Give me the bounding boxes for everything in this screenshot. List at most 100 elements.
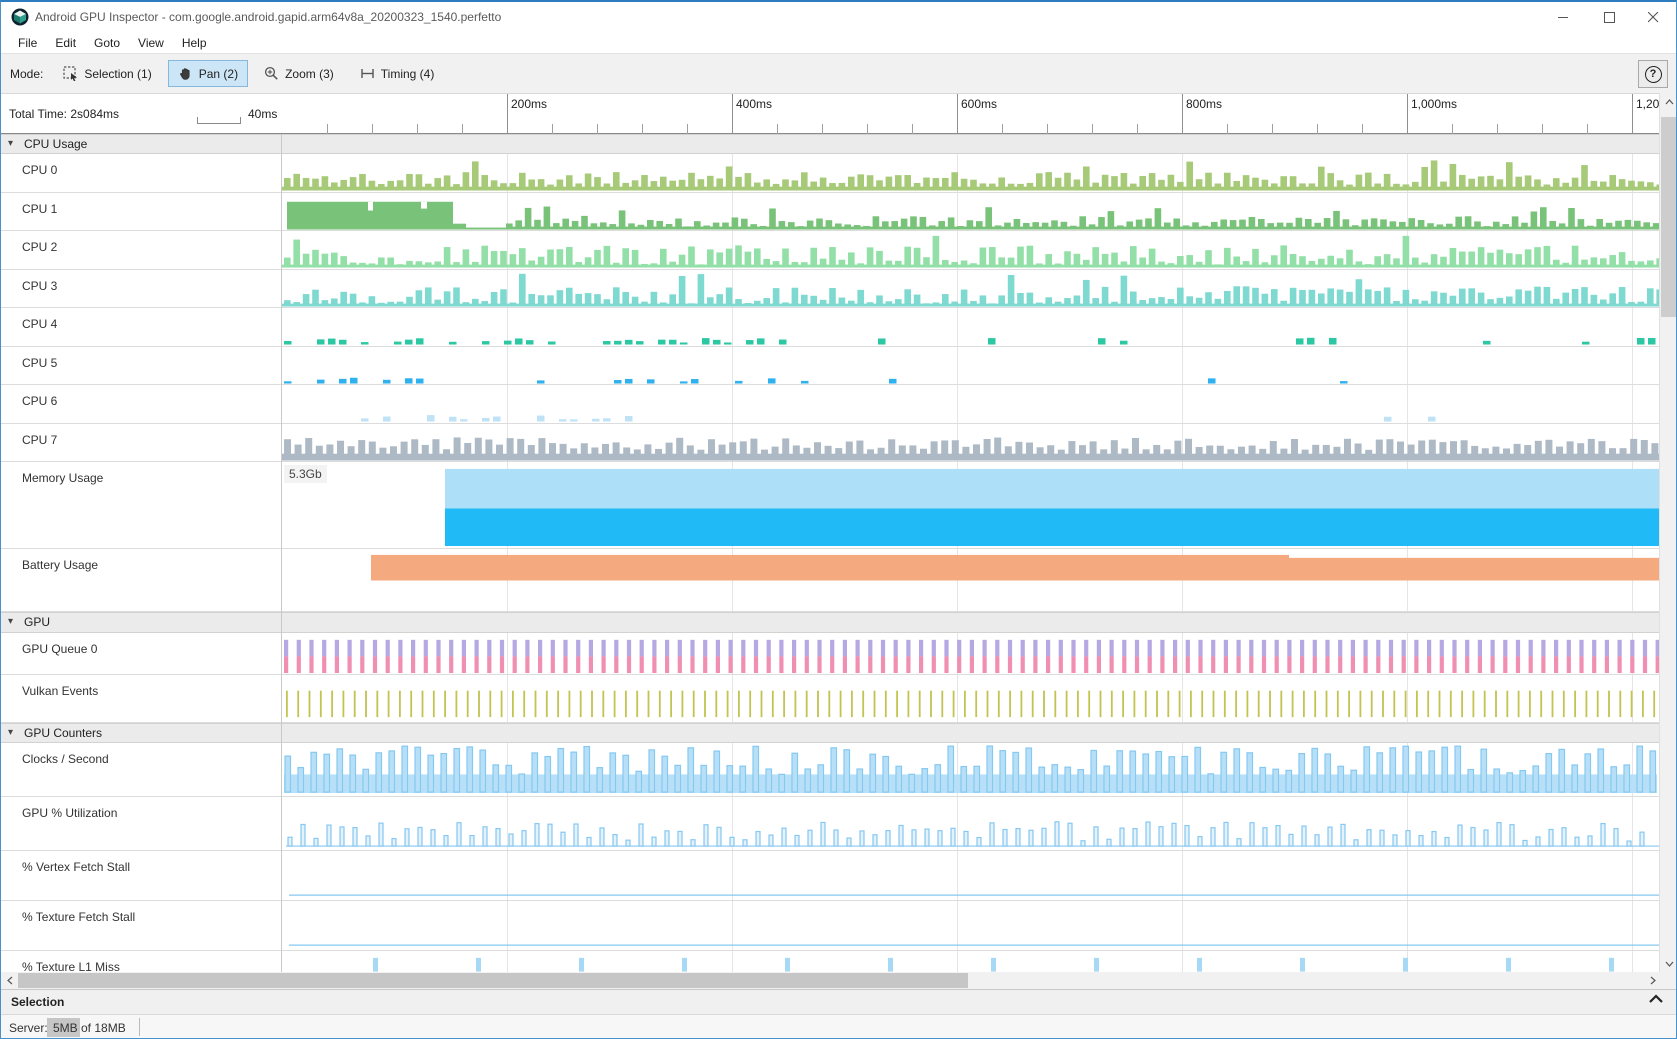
menu-item-edit[interactable]: Edit — [46, 33, 85, 53]
selection-panel-header[interactable]: Selection — [1, 989, 1677, 1015]
scroll-right-button[interactable] — [1644, 972, 1661, 989]
track-label[interactable]: CPU 6 — [22, 394, 57, 408]
ruler-minor-tick — [912, 124, 913, 134]
track-label[interactable]: CPU 2 — [22, 240, 57, 254]
ruler-minor-tick — [1587, 124, 1588, 134]
collapse-triangle-icon[interactable]: ▾ — [8, 727, 13, 738]
track-row-cpu-6[interactable]: CPU 6 — [1, 385, 1659, 424]
track-canvas[interactable] — [282, 675, 1659, 722]
vertical-scrollbar[interactable] — [1659, 93, 1677, 972]
section-label: GPU Counters — [24, 726, 102, 740]
horizontal-scrollbar-thumb[interactable] — [18, 973, 968, 988]
track-row-gpu-queue-0[interactable]: GPU Queue 0 — [1, 633, 1659, 675]
section-header-gpu-counters[interactable]: ▾ GPU Counters — [1, 723, 1659, 743]
pan-mode-button[interactable]: Pan (2) — [168, 60, 248, 87]
track-canvas[interactable] — [282, 901, 1659, 950]
track-row-cpu-0[interactable]: CPU 0 — [1, 154, 1659, 193]
track-canvas[interactable] — [282, 549, 1659, 611]
track-label[interactable]: CPU 5 — [22, 356, 57, 370]
ruler-timeline[interactable]: 200ms400ms600ms800ms1,000ms1,200ms — [282, 94, 1659, 134]
track-canvas[interactable] — [282, 462, 1659, 548]
title-bar: Android GPU Inspector - com.google.andro… — [1, 2, 1676, 32]
track-canvas[interactable] — [282, 951, 1659, 972]
section-header-gpu[interactable]: ▾GPU — [1, 612, 1659, 633]
agi-app-icon — [11, 8, 29, 26]
track-label[interactable]: Battery Usage — [22, 558, 98, 572]
ruler-minor-tick — [1092, 124, 1093, 134]
track-label[interactable]: CPU 1 — [22, 202, 57, 216]
chevron-up-icon — [1665, 99, 1674, 105]
section-header-cpu-usage[interactable]: ▾CPU Usage — [1, 134, 1659, 154]
server-label: Server: — [9, 1021, 48, 1035]
scroll-left-button[interactable] — [1, 972, 18, 989]
track-label[interactable]: CPU 4 — [22, 317, 57, 331]
track-label[interactable]: CPU 3 — [22, 279, 57, 293]
ruler-minor-tick — [1497, 124, 1498, 134]
track-row--texture-l1-miss[interactable]: % Texture L1 Miss — [1, 951, 1659, 972]
track-label[interactable]: Vulkan Events — [22, 684, 98, 698]
track-label[interactable]: % Vertex Fetch Stall — [22, 860, 130, 874]
track-row-cpu-7[interactable]: CPU 7 — [1, 424, 1659, 463]
ruler-minor-tick — [687, 124, 688, 134]
track-canvas[interactable] — [282, 347, 1659, 385]
track-row-cpu-1[interactable]: CPU 1 — [1, 193, 1659, 232]
track-canvas[interactable] — [282, 797, 1659, 850]
scroll-down-button[interactable] — [1660, 955, 1677, 972]
selection-mode-button[interactable]: Selection (1) — [53, 60, 161, 87]
track-row--texture-fetch-stall[interactable]: % Texture Fetch Stall — [1, 901, 1659, 951]
track-row-clocks-second[interactable]: Clocks / Second — [1, 743, 1659, 797]
track-label[interactable]: GPU % Utilization — [22, 806, 117, 820]
ruler-minor-tick — [1542, 124, 1543, 134]
collapse-triangle-icon[interactable]: ▾ — [8, 616, 13, 627]
track-row-cpu-4[interactable]: CPU 4 — [1, 308, 1659, 347]
track-label[interactable]: Memory Usage — [22, 471, 103, 485]
menu-item-file[interactable]: File — [9, 33, 46, 53]
ruler-tick-label: 1,200ms — [1636, 97, 1659, 111]
minimize-button[interactable] — [1541, 2, 1585, 32]
close-icon — [1648, 12, 1659, 23]
help-button[interactable]: ? — [1638, 60, 1668, 88]
scale-label: 40ms — [248, 107, 277, 121]
track-canvas[interactable] — [282, 424, 1659, 462]
chevron-down-icon — [1665, 961, 1674, 967]
track-row-vulkan-events[interactable]: Vulkan Events — [1, 675, 1659, 723]
track-canvas[interactable] — [282, 851, 1659, 900]
track-row--vertex-fetch-stall[interactable]: % Vertex Fetch Stall — [1, 851, 1659, 901]
track-label[interactable]: GPU Queue 0 — [22, 642, 97, 656]
menu-item-help[interactable]: Help — [173, 33, 216, 53]
track-row-cpu-2[interactable]: CPU 2 — [1, 231, 1659, 270]
tracks-area[interactable]: ▾CPU Usage CPU 0 CPU 1 CPU 2 CPU 3 CPU 4 CPU 5… — [1, 134, 1677, 972]
vertical-scrollbar-thumb[interactable] — [1661, 117, 1677, 317]
horizontal-scrollbar[interactable] — [1, 972, 1677, 989]
menu-item-view[interactable]: View — [129, 33, 173, 53]
ruler-major-tick — [957, 94, 958, 134]
track-row-cpu-3[interactable]: CPU 3 — [1, 270, 1659, 309]
close-button[interactable] — [1631, 2, 1675, 32]
track-canvas[interactable] — [282, 270, 1659, 308]
timing-mode-button[interactable]: Timing (4) — [350, 60, 445, 87]
track-label[interactable]: % Texture L1 Miss — [22, 960, 120, 972]
collapse-chevron-icon[interactable] — [1648, 994, 1664, 1004]
track-canvas[interactable] — [282, 633, 1659, 674]
track-canvas[interactable] — [282, 193, 1659, 231]
track-row-gpu-utilization[interactable]: GPU % Utilization — [1, 797, 1659, 851]
track-canvas[interactable] — [282, 743, 1659, 796]
track-label[interactable]: Clocks / Second — [22, 752, 109, 766]
menu-item-goto[interactable]: Goto — [85, 33, 129, 53]
track-label[interactable]: % Texture Fetch Stall — [22, 910, 135, 924]
track-label[interactable]: CPU 7 — [22, 433, 57, 447]
track-canvas[interactable] — [282, 385, 1659, 423]
track-row-cpu-5[interactable]: CPU 5 — [1, 347, 1659, 386]
zoom-mode-button[interactable]: Zoom (3) — [254, 60, 344, 87]
collapse-triangle-icon[interactable]: ▾ — [8, 138, 13, 149]
track-label[interactable]: CPU 0 — [22, 163, 57, 177]
track-canvas[interactable] — [282, 231, 1659, 269]
track-row-memory-usage[interactable]: Memory Usage — [1, 462, 1659, 549]
track-row-battery-usage[interactable]: Battery Usage — [1, 549, 1659, 612]
window-title: Android GPU Inspector - com.google.andro… — [35, 10, 501, 24]
maximize-button[interactable] — [1587, 2, 1631, 32]
scroll-up-button[interactable] — [1660, 93, 1677, 110]
track-canvas[interactable] — [282, 154, 1659, 192]
track-canvas[interactable] — [282, 308, 1659, 346]
ruler-tick-label: 800ms — [1186, 97, 1222, 111]
